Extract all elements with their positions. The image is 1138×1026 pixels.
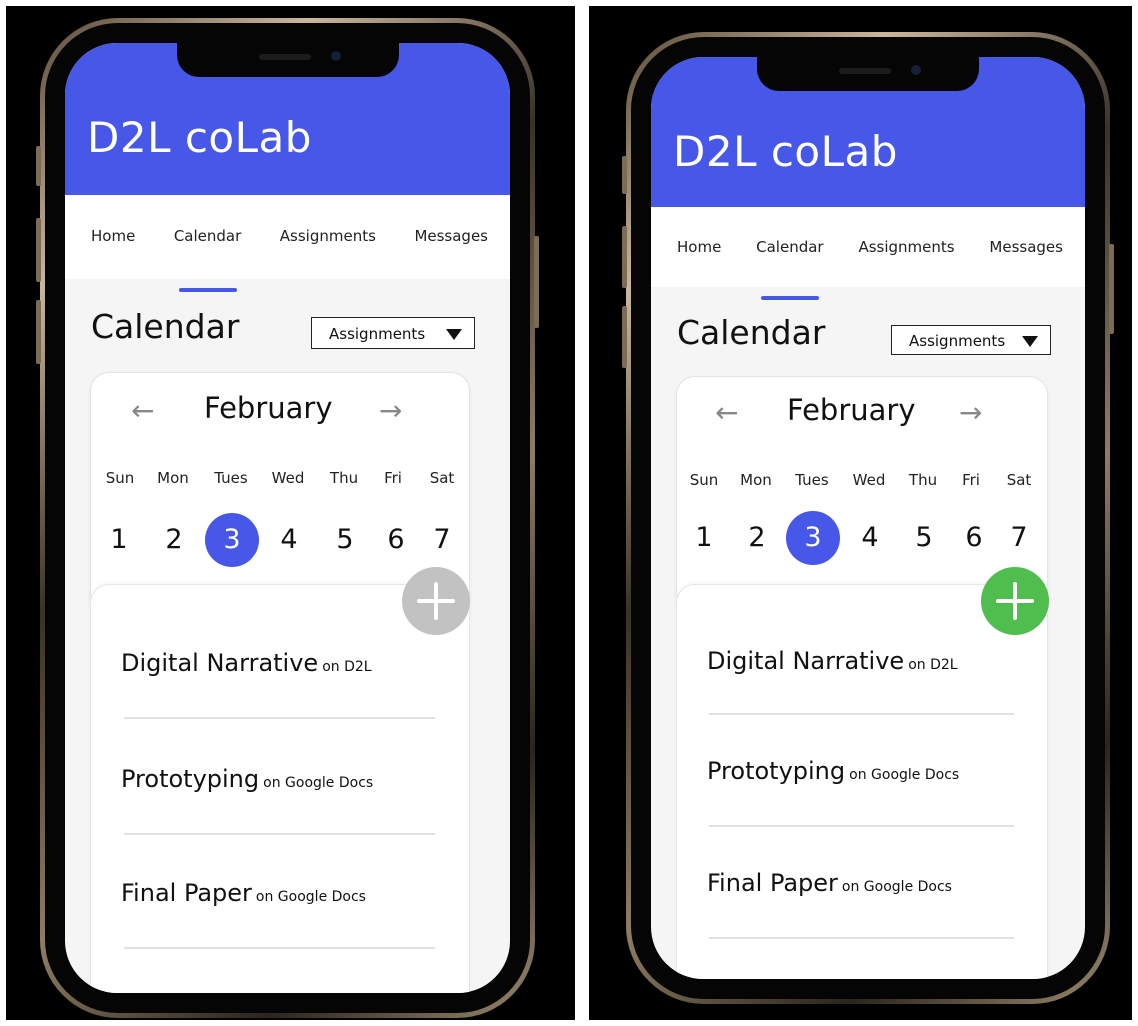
assignment-source: on D2L [908, 657, 958, 673]
month-label: February [204, 391, 333, 425]
list-item[interactable]: Digital Narrative on D2L [121, 649, 439, 677]
nav-bar: Home Calendar Assignments Messages [65, 195, 510, 279]
assignment-source: on Google Docs [255, 889, 366, 905]
list-item[interactable]: Final Paper on Google Docs [707, 869, 1017, 897]
assignment-list: Digital Narrative on D2L Prototyping on Go… [91, 585, 469, 993]
tab-assignments[interactable]: Assignments [858, 238, 954, 287]
prev-month-arrow-icon[interactable]: ← [715, 399, 738, 427]
weekday-label: Mon [740, 471, 772, 489]
left-mockup-panel: D2L coLab Home Calendar Assignments Mess… [6, 6, 575, 1020]
divider [709, 937, 1014, 939]
divider [124, 717, 435, 719]
weekday-label: Wed [852, 471, 886, 489]
phone-notch [757, 57, 979, 91]
main-content: Calendar Assignments ← February → Sun Mo… [651, 287, 1085, 979]
page-title: Calendar [91, 307, 240, 346]
date-cell[interactable]: 2 [730, 511, 784, 565]
assignment-source: on Google Docs [849, 767, 960, 783]
assignment-name: Digital Narrative [121, 649, 319, 677]
add-assignment-button[interactable] [402, 567, 470, 635]
phone-bezel: D2L coLab Home Calendar Assignments Mess… [45, 23, 530, 1013]
dropdown-value: Assignments [909, 332, 1006, 350]
app-title: D2L coLab [87, 113, 312, 162]
weekday-label: Sun [105, 469, 135, 487]
phone-screen: D2L coLab Home Calendar Assignments Mess… [651, 57, 1085, 979]
month-label: February [787, 393, 916, 427]
assignment-name: Final Paper [707, 869, 838, 897]
weekday-label: Thu [329, 469, 359, 487]
weekday-label: Fri [384, 469, 402, 487]
date-cell[interactable]: 1 [677, 511, 731, 565]
phone-notch [176, 43, 399, 77]
prev-month-arrow-icon[interactable]: ← [131, 397, 154, 425]
dropdown-arrow-icon [1022, 336, 1038, 347]
assignment-source: on Google Docs [263, 775, 374, 791]
assignment-source: on Google Docs [841, 879, 952, 895]
list-item[interactable]: Prototyping on Google Docs [707, 757, 1017, 785]
weekday-label: Sun [689, 471, 719, 489]
date-cell[interactable]: 5 [897, 511, 951, 565]
add-assignment-button[interactable] [981, 567, 1049, 635]
dropdown-arrow-icon [446, 329, 462, 340]
next-month-arrow-icon[interactable]: → [959, 399, 982, 427]
assignment-name: Final Paper [121, 879, 252, 907]
weekday-label: Mon [157, 469, 189, 487]
next-month-arrow-icon[interactable]: → [379, 397, 402, 425]
date-cell[interactable]: 4 [843, 511, 897, 565]
date-cell[interactable]: 7 [992, 511, 1046, 565]
tab-messages[interactable]: Messages [414, 227, 488, 279]
tab-home[interactable]: Home [677, 238, 721, 287]
date-cell[interactable]: 4 [262, 513, 316, 567]
tab-messages[interactable]: Messages [989, 238, 1063, 287]
phone-bezel: D2L coLab Home Calendar Assignments Mess… [631, 37, 1105, 999]
main-content: Calendar Assignments ← February → Sun Mo… [65, 279, 510, 993]
phone-frame: D2L coLab Home Calendar Assignments Mess… [622, 32, 1114, 1004]
weekday-label: Fri [962, 471, 980, 489]
weekday-label: Tues [795, 471, 829, 489]
view-filter-dropdown[interactable]: Assignments [311, 317, 475, 349]
phone-screen: D2L coLab Home Calendar Assignments Mess… [65, 43, 510, 993]
phone-frame: D2L coLab Home Calendar Assignments Mess… [36, 18, 539, 1018]
assignment-source: on D2L [322, 659, 372, 675]
divider [124, 947, 435, 949]
tab-calendar[interactable]: Calendar [174, 227, 241, 279]
list-item[interactable]: Prototyping on Google Docs [121, 765, 439, 793]
nav-bar: Home Calendar Assignments Messages [651, 207, 1085, 287]
date-cell-selected[interactable]: 3 [205, 513, 259, 567]
divider [709, 825, 1014, 827]
list-item[interactable]: Final Paper on Google Docs [121, 879, 439, 907]
tab-calendar[interactable]: Calendar [756, 238, 823, 287]
assignment-name: Prototyping [121, 765, 260, 793]
calendar-card: ← February → Sun Mon Tues Wed Thu Fri Sa… [677, 377, 1047, 609]
date-cell[interactable]: 5 [318, 513, 372, 567]
weekday-label: Wed [271, 469, 305, 487]
app-title: D2L coLab [673, 127, 898, 176]
page-title: Calendar [677, 313, 826, 352]
weekday-label: Tues [214, 469, 248, 487]
assignment-list: Digital Narrative on D2L Prototyping on Go… [677, 585, 1047, 979]
divider [709, 713, 1014, 715]
weekday-label: Thu [908, 471, 938, 489]
divider [124, 833, 435, 835]
dropdown-value: Assignments [329, 325, 426, 343]
view-filter-dropdown[interactable]: Assignments [891, 325, 1051, 355]
date-cell-selected[interactable]: 3 [786, 511, 840, 565]
assignment-name: Digital Narrative [707, 647, 905, 675]
assignment-name: Prototyping [707, 757, 846, 785]
tab-home[interactable]: Home [91, 227, 135, 279]
date-cell[interactable]: 7 [415, 513, 469, 567]
weekday-label: Sat [1006, 471, 1032, 489]
date-cell[interactable]: 1 [92, 513, 146, 567]
right-mockup-panel: D2L coLab Home Calendar Assignments Mess… [589, 6, 1132, 1020]
weekday-label: Sat [429, 469, 455, 487]
list-item[interactable]: Digital Narrative on D2L [707, 647, 1017, 675]
tab-assignments[interactable]: Assignments [280, 227, 376, 279]
date-cell[interactable]: 2 [147, 513, 201, 567]
